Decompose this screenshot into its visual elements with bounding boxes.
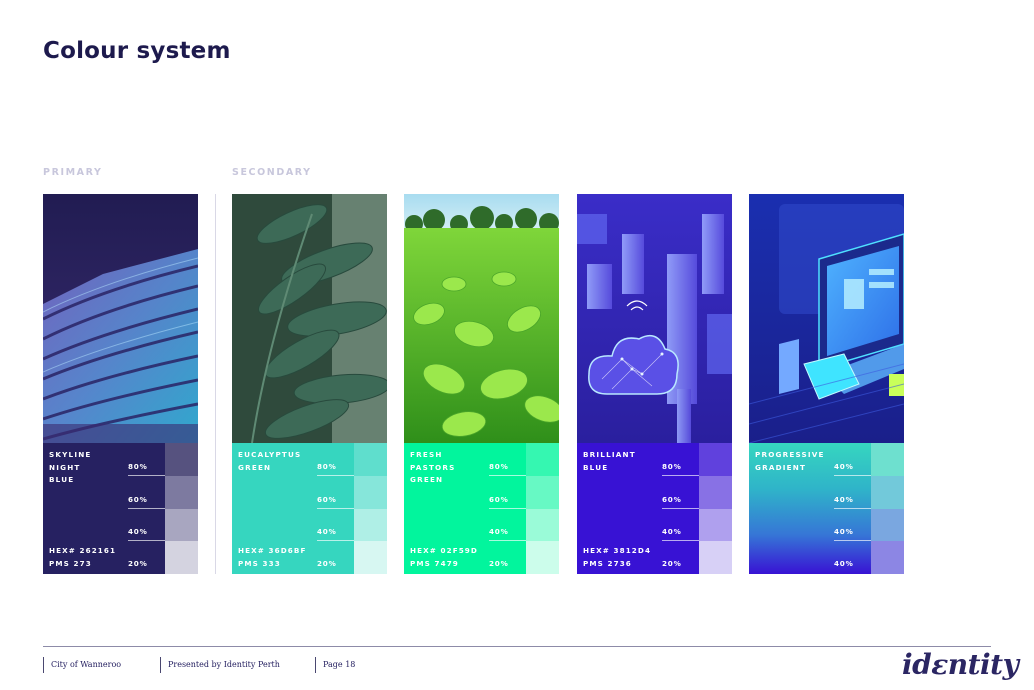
pms-code: PMS 7479 <box>410 559 459 568</box>
computer-illustration <box>749 194 904 443</box>
tint-20-label: 20% <box>489 559 509 568</box>
colour-info-panel: EUCALYPTUS GREEN 80% 60% 40% 20% HEX# 36D… <box>232 443 387 574</box>
tint-divider <box>834 540 871 541</box>
field-photo <box>404 194 559 443</box>
section-divider <box>215 194 216 574</box>
pms-code: PMS 2736 <box>583 559 632 568</box>
colour-name: FRESH PASTORS GREEN <box>410 450 456 484</box>
tint-divider <box>489 508 526 509</box>
tint-80-swatch <box>526 443 559 476</box>
colour-card-brilliant-blue: BRILLIANT BLUE 80% 60% 40% 20% HEX# 3812D… <box>577 194 732 574</box>
primary-label: PRIMARY <box>43 167 103 178</box>
footer-page-number: Page 18 <box>315 657 355 673</box>
tint-60-label: 60% <box>489 495 509 504</box>
tint-80-label: 80% <box>489 462 509 471</box>
tint-60-swatch <box>526 476 559 509</box>
tint-divider <box>128 508 165 509</box>
tint-divider <box>317 540 354 541</box>
tint-20-swatch <box>526 541 559 574</box>
tint-80-label: 80% <box>317 462 337 471</box>
tint-60-label: 60% <box>128 495 148 504</box>
tint-40-label: 40% <box>128 527 148 536</box>
tint-40-label: 40% <box>662 527 682 536</box>
colour-card-fresh-pastors-green: FRESH PASTORS GREEN 80% 60% 40% 20% HEX# 0… <box>404 194 559 574</box>
tint-40-swatch <box>165 509 198 542</box>
tint-60-label: 60% <box>317 495 337 504</box>
tint-20-swatch <box>354 541 387 574</box>
tint-divider <box>317 475 354 476</box>
hex-code: HEX# 36D6BF <box>238 546 307 555</box>
tint-40-swatch <box>871 443 904 476</box>
tint-20-swatch <box>165 541 198 574</box>
colour-info-panel: PROGRESSIVE GRADIENT 40% 40% 40% 40% <box>749 443 904 574</box>
hex-code: HEX# 3812D4 <box>583 546 652 555</box>
tint-40-label: 40% <box>317 527 337 536</box>
tint-divider <box>317 508 354 509</box>
tint-80-swatch <box>699 443 732 476</box>
eucalyptus-photo <box>232 194 387 443</box>
city-cloud-illustration <box>577 194 732 443</box>
tint-40-label: 40% <box>834 527 854 536</box>
tint-60-swatch <box>165 476 198 509</box>
tint-20-label: 20% <box>128 559 148 568</box>
identity-logo: idɛntity <box>902 648 1019 681</box>
tint-40-label: 40% <box>489 527 509 536</box>
tint-divider <box>662 508 699 509</box>
tint-divider <box>489 475 526 476</box>
tint-divider <box>128 475 165 476</box>
tint-40-swatch <box>871 509 904 542</box>
colour-card-progressive-gradient: PROGRESSIVE GRADIENT 40% 40% 40% 40% <box>749 194 904 574</box>
tint-divider <box>662 475 699 476</box>
footer-client: City of Wanneroo <box>43 657 121 673</box>
colour-name: PROGRESSIVE GRADIENT <box>755 450 825 472</box>
footer-rule <box>43 646 991 647</box>
tint-divider <box>489 540 526 541</box>
tint-40-swatch <box>526 509 559 542</box>
colour-info-panel: FRESH PASTORS GREEN 80% 60% 40% 20% HEX# 0… <box>404 443 559 574</box>
tint-divider <box>834 508 871 509</box>
colour-info-panel: SKYLINE NIGHT BLUE 80% 60% 40% 20% HEX# 26… <box>43 443 198 574</box>
hex-code: HEX# 262161 <box>49 546 117 555</box>
tint-60-swatch <box>354 476 387 509</box>
tint-80-label: 80% <box>662 462 682 471</box>
tint-divider <box>128 540 165 541</box>
tint-40-label: 40% <box>834 559 854 568</box>
tint-40-swatch <box>871 541 904 574</box>
tint-80-swatch <box>354 443 387 476</box>
tint-20-label: 20% <box>317 559 337 568</box>
colour-info-panel: BRILLIANT BLUE 80% 60% 40% 20% HEX# 3812D… <box>577 443 732 574</box>
tint-60-label: 60% <box>662 495 682 504</box>
tint-divider <box>662 540 699 541</box>
footer-presented-by: Presented by Identity Perth <box>160 657 280 673</box>
colour-name: EUCALYPTUS GREEN <box>238 450 302 472</box>
skyline-photo <box>43 194 198 443</box>
colour-card-skyline-night-blue: SKYLINE NIGHT BLUE 80% 60% 40% 20% HEX# 26… <box>43 194 198 574</box>
page-title: Colour system <box>43 38 231 64</box>
tint-80-swatch <box>165 443 198 476</box>
tint-divider <box>834 475 871 476</box>
tint-20-label: 20% <box>662 559 682 568</box>
colour-name: SKYLINE NIGHT BLUE <box>49 450 92 484</box>
colour-name: BRILLIANT BLUE <box>583 450 636 472</box>
hex-code: HEX# 02F59D <box>410 546 478 555</box>
tint-40-label: 40% <box>834 495 854 504</box>
tint-40-swatch <box>871 476 904 509</box>
colour-card-eucalyptus-green: EUCALYPTUS GREEN 80% 60% 40% 20% HEX# 36D… <box>232 194 387 574</box>
tint-80-label: 80% <box>128 462 148 471</box>
pms-code: PMS 273 <box>49 559 92 568</box>
tint-20-swatch <box>699 541 732 574</box>
tint-40-label: 40% <box>834 462 854 471</box>
pms-code: PMS 333 <box>238 559 281 568</box>
tint-60-swatch <box>699 476 732 509</box>
tint-40-swatch <box>354 509 387 542</box>
tint-40-swatch <box>699 509 732 542</box>
secondary-label: SECONDARY <box>232 167 312 178</box>
